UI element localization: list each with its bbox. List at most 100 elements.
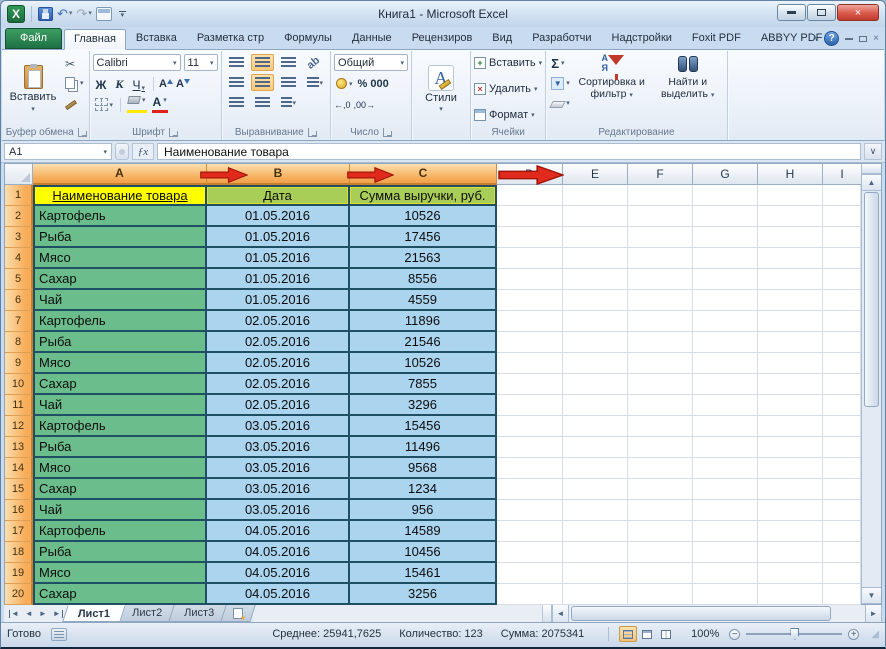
vertical-scrollbar[interactable]: ▲ ▼ [861,164,881,604]
cell-D20[interactable] [497,584,563,605]
font-size-combobox[interactable]: 11▾ [184,54,218,71]
cell-F12[interactable] [628,416,693,437]
ribbon-tab-foxit-pdf[interactable]: Foxit PDF [682,28,751,49]
last-sheet-button[interactable]: ► [51,609,65,618]
page-break-view-button[interactable] [657,626,675,642]
cell-C12[interactable]: 15456 [350,416,497,437]
cell-A13[interactable]: Рыба [33,437,207,458]
cell-C18[interactable]: 10456 [350,542,497,563]
cell-F2[interactable] [628,206,693,227]
cell-C9[interactable]: 10526 [350,353,497,374]
cell-D8[interactable] [497,332,563,353]
cell-C13[interactable]: 11496 [350,437,497,458]
row-header-2[interactable]: 2 [5,206,33,227]
row-header-14[interactable]: 14 [5,458,33,479]
cell-B15[interactable]: 03.05.2016 [207,479,350,500]
first-sheet-button[interactable]: ◄ [7,609,21,618]
cell-G13[interactable] [693,437,758,458]
cell-A3[interactable]: Рыба [33,227,207,248]
cell-F4[interactable] [628,248,693,269]
row-header-4[interactable]: 4 [5,248,33,269]
workbook-minimize-button[interactable] [845,38,853,40]
italic-button[interactable]: К [112,75,126,92]
grow-font-button[interactable]: А [159,78,173,90]
cell-F17[interactable] [628,521,693,542]
insert-cells-button[interactable]: +Вставить▾ [474,54,542,72]
cell-D16[interactable] [497,500,563,521]
cell-C14[interactable]: 9568 [350,458,497,479]
merge-center-button[interactable]: ▾ [303,74,328,91]
cell-D13[interactable] [497,437,563,458]
cell-B10[interactable]: 02.05.2016 [207,374,350,395]
column-header-G[interactable]: G [693,164,758,185]
cell-B11[interactable]: 02.05.2016 [207,395,350,416]
cell-A5[interactable]: Сахар [33,269,207,290]
cell-D14[interactable] [497,458,563,479]
normal-view-button[interactable] [619,626,637,642]
cell-G8[interactable] [693,332,758,353]
cell-E14[interactable] [563,458,628,479]
cell-H19[interactable] [758,563,823,584]
align-left-button[interactable] [225,74,248,91]
cell-F11[interactable] [628,395,693,416]
cell-C4[interactable]: 21563 [350,248,497,269]
cell-I17[interactable] [823,521,861,542]
zoom-level[interactable]: 100% [685,628,719,640]
insert-function-button[interactable]: ƒx [132,143,154,160]
cell-H16[interactable] [758,500,823,521]
row-header-11[interactable]: 11 [5,395,33,416]
cell-B3[interactable]: 01.05.2016 [207,227,350,248]
find-select-button[interactable]: Найти и выделить ▾ [652,53,724,125]
cell-A16[interactable]: Чай [33,500,207,521]
cell-D10[interactable] [497,374,563,395]
cell-G9[interactable] [693,353,758,374]
cell-F15[interactable] [628,479,693,500]
format-painter-button[interactable] [63,93,86,111]
cell-F8[interactable] [628,332,693,353]
cell-C7[interactable]: 11896 [350,311,497,332]
cell-C11[interactable]: 3296 [350,395,497,416]
cell-C3[interactable]: 17456 [350,227,497,248]
maximize-button[interactable] [807,4,836,21]
cell-G1[interactable] [693,185,758,206]
split-handle[interactable] [543,605,552,622]
cell-E19[interactable] [563,563,628,584]
resize-grip[interactable]: ◢ [871,629,879,640]
cell-H14[interactable] [758,458,823,479]
cell-B2[interactable]: 01.05.2016 [207,206,350,227]
align-right-button[interactable] [277,74,300,91]
autosum-button[interactable]: Σ▾ [549,54,572,72]
ribbon-tab-надстройки[interactable]: Надстройки [602,28,682,49]
cell-B9[interactable]: 02.05.2016 [207,353,350,374]
row-header-8[interactable]: 8 [5,332,33,353]
row-header-18[interactable]: 18 [5,542,33,563]
wrap-text-button[interactable]: ▾ [277,94,301,111]
zoom-track[interactable] [746,633,842,635]
cell-E13[interactable] [563,437,628,458]
cell-F9[interactable] [628,353,693,374]
borders-button[interactable]: ▾ [93,96,116,114]
horizontal-scrollbar[interactable]: ◄ ► [542,605,882,622]
cell-D5[interactable] [497,269,563,290]
macro-record-icon[interactable] [51,628,67,641]
cell-I15[interactable] [823,479,861,500]
cell-B18[interactable]: 04.05.2016 [207,542,350,563]
ribbon-tab-рецензиров[interactable]: Рецензиров [402,28,483,49]
cell-B4[interactable]: 01.05.2016 [207,248,350,269]
cell-G16[interactable] [693,500,758,521]
name-box[interactable]: A1▾ [4,143,112,160]
cell-E5[interactable] [563,269,628,290]
cell-I6[interactable] [823,290,861,311]
row-header-19[interactable]: 19 [5,563,33,584]
row-header-3[interactable]: 3 [5,227,33,248]
minimize-button[interactable] [777,4,806,21]
cell-B20[interactable]: 04.05.2016 [207,584,350,605]
cell-I8[interactable] [823,332,861,353]
workbook-close-button[interactable]: × [873,33,879,44]
scroll-right-button[interactable]: ► [865,605,882,622]
cell-I14[interactable] [823,458,861,479]
cell-B8[interactable]: 02.05.2016 [207,332,350,353]
cell-G18[interactable] [693,542,758,563]
cell-G2[interactable] [693,206,758,227]
cell-B1[interactable]: Дата [207,185,350,206]
